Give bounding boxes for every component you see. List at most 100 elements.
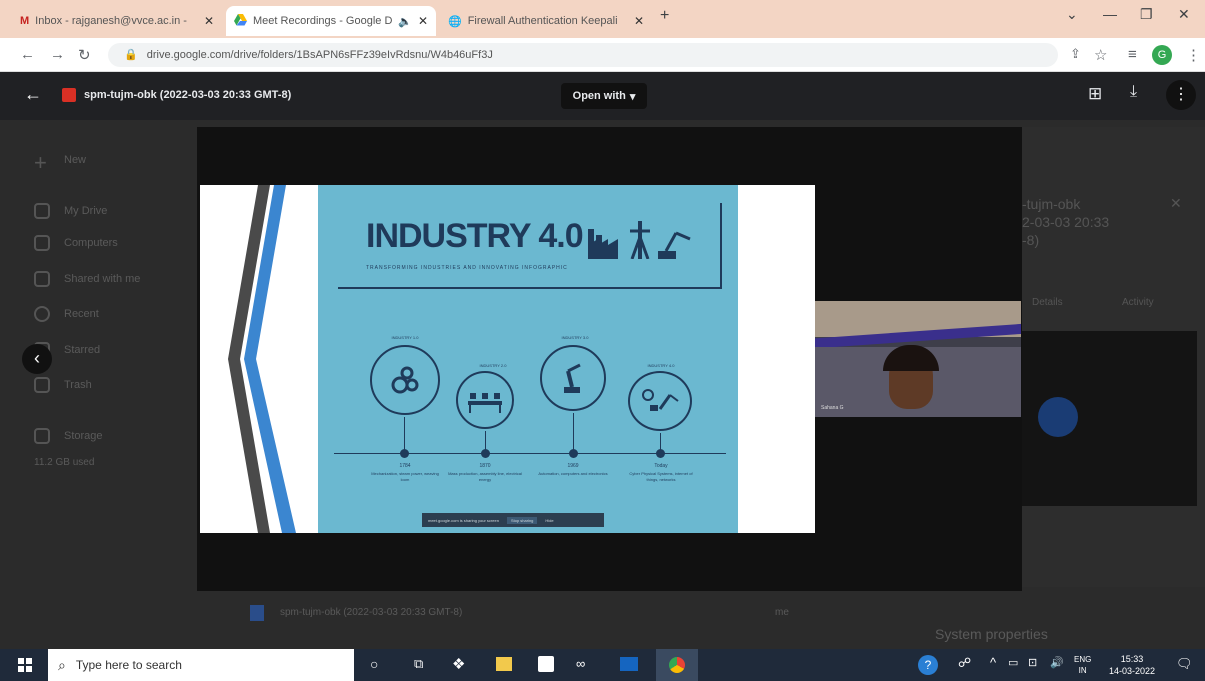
stage-circle: [628, 371, 692, 431]
profile-avatar[interactable]: G: [1152, 45, 1172, 65]
maximize-button[interactable]: ❐: [1140, 6, 1153, 23]
stage-circle: [370, 345, 440, 415]
tab-search-icon[interactable]: ⌄: [1066, 6, 1078, 23]
sidebar-item-label: Starred: [64, 344, 101, 356]
video-file-icon: [62, 88, 76, 102]
stage-year: 1784: [399, 463, 411, 469]
reload-icon[interactable]: ↻: [78, 46, 91, 64]
people-tray-icon[interactable]: ☍: [958, 655, 971, 671]
participant-name: Sahana G: [821, 405, 844, 411]
open-with-button[interactable]: Open with ▾: [561, 83, 647, 109]
taskbar-search-box[interactable]: ⌕ Type here to search: [48, 649, 354, 681]
smart-robot-icon: [642, 389, 679, 411]
minimize-button[interactable]: —: [1103, 6, 1117, 22]
cortana-icon[interactable]: ○: [370, 656, 378, 672]
file-row-owner: me: [775, 607, 789, 618]
sidebar-item-shared[interactable]: Shared with me: [34, 271, 140, 287]
task-view-icon[interactable]: ⧉: [414, 656, 423, 672]
store-icon[interactable]: [538, 656, 554, 672]
add-to-drive-icon[interactable]: ⊞: [1088, 84, 1102, 104]
close-window-button[interactable]: ✕: [1178, 6, 1190, 23]
tab-label: Inbox - rajganesh@vvce.ac.in -: [35, 15, 187, 27]
close-tab-icon[interactable]: ✕: [634, 14, 644, 28]
tab-gmail[interactable]: M Inbox - rajganesh@vvce.ac.in - ✕: [12, 6, 222, 36]
lock-icon: 🔒: [124, 49, 138, 61]
sidebar-item-storage[interactable]: Storage: [34, 428, 103, 444]
tab-firewall[interactable]: 🌐 Firewall Authentication Keepali ✕: [440, 6, 652, 36]
notifications-icon[interactable]: 🗨: [1176, 656, 1193, 672]
audio-playing-icon[interactable]: 🔈: [398, 15, 412, 28]
file-explorer-icon[interactable]: [496, 657, 512, 671]
browser-tab-bar: M Inbox - rajganesh@vvce.ac.in - ✕ Meet …: [0, 0, 1205, 38]
details-tab[interactable]: Details: [1032, 297, 1063, 308]
sidebar-item-computers[interactable]: Computers: [34, 235, 118, 251]
stage-year: 1870: [479, 463, 491, 469]
forward-arrow-icon[interactable]: →: [50, 46, 65, 63]
stage-label: INDUSTRY 2.0: [479, 363, 507, 368]
reading-list-icon[interactable]: ≡: [1128, 46, 1137, 63]
clock[interactable]: 15:33 14-03-2022: [1104, 653, 1160, 677]
close-tab-icon[interactable]: ✕: [204, 14, 214, 28]
lang-region: IN: [1078, 666, 1087, 675]
hide-button[interactable]: Hide: [545, 518, 553, 523]
battery-icon[interactable]: ▭: [1008, 656, 1018, 669]
help-icon[interactable]: ?: [918, 655, 938, 675]
slide-subtitle: TRANSFORMING INDUSTRIES AND INNOVATING I…: [366, 265, 568, 271]
drive-icon: [234, 13, 247, 29]
menu-kebab-icon[interactable]: ⋮: [1186, 46, 1201, 64]
more-actions-icon[interactable]: ⋮: [1166, 80, 1196, 110]
new-tab-button[interactable]: +: [660, 7, 669, 25]
language-indicator[interactable]: ENG IN: [1074, 654, 1091, 676]
robot-arm-icon: [564, 363, 581, 393]
close-panel-icon[interactable]: ✕: [1170, 195, 1182, 212]
chrome-taskbar-button[interactable]: [656, 649, 698, 681]
new-button[interactable]: New: [64, 154, 86, 166]
assembly-line-icon: [468, 393, 502, 413]
stop-sharing-button[interactable]: Stop sharing: [506, 516, 538, 524]
globe-icon: 🌐: [448, 15, 462, 28]
viewer-toolbar: ← spm-tujm-obk (2022-03-03 20:33 GMT-8) …: [0, 72, 1205, 120]
show-hidden-icons[interactable]: ^: [990, 655, 996, 670]
stage-connector: [573, 413, 574, 453]
star-icon[interactable]: ☆: [1094, 46, 1107, 64]
stage-connector: [404, 417, 405, 453]
gmail-icon: M: [20, 15, 30, 27]
sidebar-item-my-drive[interactable]: My Drive: [34, 203, 107, 219]
previous-file-button[interactable]: ‹: [22, 344, 52, 374]
activity-tab[interactable]: Activity: [1122, 297, 1154, 308]
close-tab-icon[interactable]: ✕: [418, 14, 428, 28]
app-icon[interactable]: ❖: [452, 655, 465, 673]
stage-circle: [456, 371, 514, 429]
sidebar-item-trash[interactable]: Trash: [34, 377, 92, 393]
back-arrow-icon[interactable]: ←: [20, 46, 35, 63]
url-bar[interactable]: 🔒 drive.google.com/drive/folders/1BsAPN6…: [108, 43, 1058, 67]
share-icon[interactable]: ⇪: [1070, 46, 1081, 62]
stage-year: 1969: [567, 463, 579, 469]
windows-start-icon[interactable]: [18, 658, 32, 672]
stage-circle: [540, 345, 606, 411]
file-row-name[interactable]: spm-tujm-obk (2022-03-03 20:33 GMT-8): [280, 607, 462, 618]
play-icon[interactable]: [1038, 397, 1078, 437]
tab-meet-recordings[interactable]: Meet Recordings - Google D 🔈 ✕: [226, 6, 436, 36]
stage-label: INDUSTRY 1.0: [391, 335, 419, 340]
trash-icon: [34, 377, 50, 393]
network-icon[interactable]: ⊡: [1028, 656, 1037, 669]
new-plus-icon[interactable]: +: [34, 150, 47, 176]
video-file-icon: [250, 605, 264, 621]
clock-icon: [34, 306, 50, 322]
infinity-app-icon[interactable]: ∞: [576, 656, 585, 671]
slide-title: INDUSTRY 4.0: [366, 217, 584, 255]
details-title: -tujm-obk 2-03-03 20:33 -8): [1022, 196, 1110, 248]
word-icon[interactable]: [620, 657, 638, 671]
tab-label: Meet Recordings - Google D: [253, 15, 393, 27]
dropdown-arrow-icon: ▾: [629, 90, 636, 103]
tab-label: Firewall Authentication Keepali: [467, 15, 618, 27]
sidebar-item-recent[interactable]: Recent: [34, 306, 99, 322]
factory-icon: [588, 221, 691, 259]
lang-code: ENG: [1074, 655, 1092, 664]
download-icon[interactable]: ⤓: [1130, 83, 1137, 101]
stage-label: INDUSTRY 3.0: [561, 335, 589, 340]
volume-icon[interactable]: 🔊: [1050, 656, 1064, 669]
close-viewer-back-icon[interactable]: ←: [24, 84, 42, 105]
search-placeholder: Type here to search: [75, 658, 182, 672]
